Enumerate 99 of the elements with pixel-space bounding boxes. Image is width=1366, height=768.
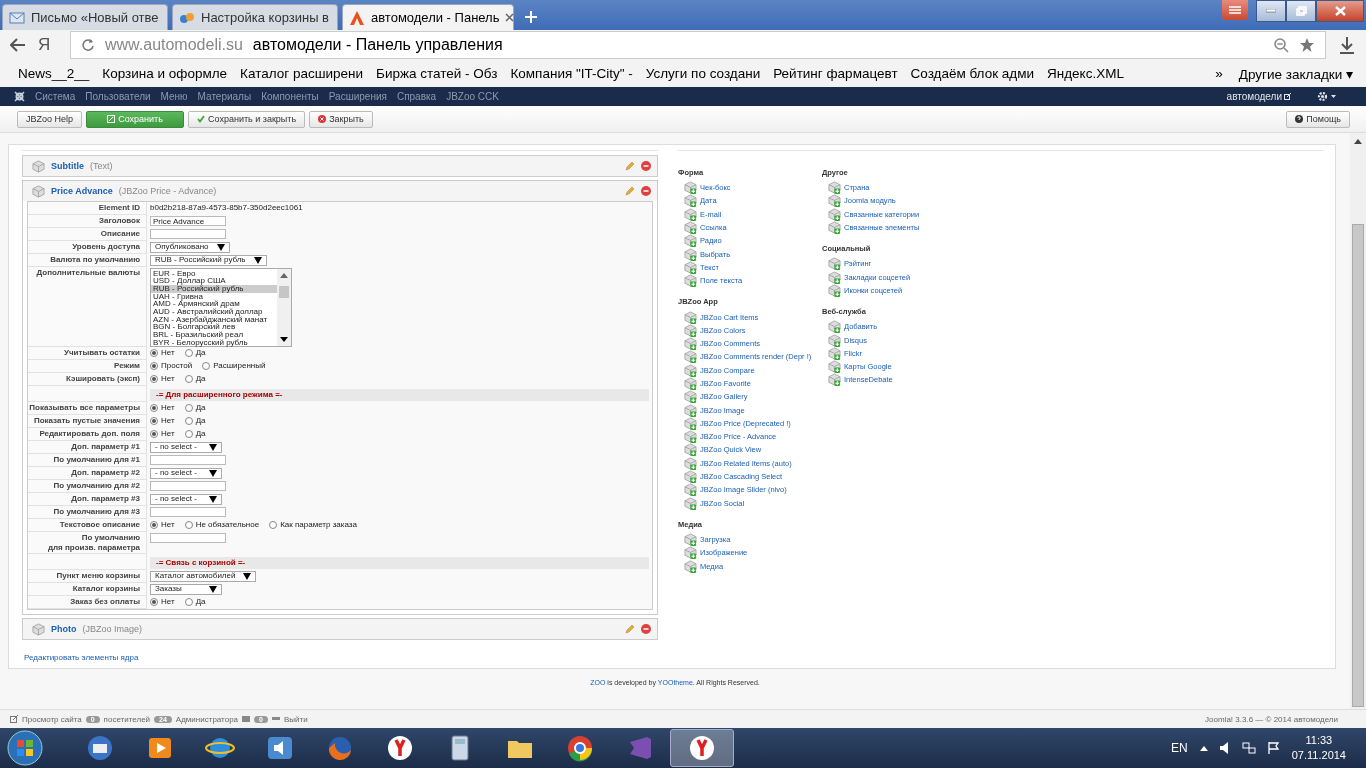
admin-menu-item[interactable]: Пользователи: [85, 91, 151, 102]
field-label: По умолчанию для #3: [53, 507, 140, 516]
list-option[interactable]: BYR - Белорусский рубль: [151, 338, 277, 347]
element-name[interactable]: Photo: [51, 624, 77, 634]
field-label: По умолчанию для #1: [53, 455, 140, 464]
element-type: (JBZoo Image): [82, 624, 143, 634]
site-link[interactable]: автомодели: [1226, 91, 1291, 102]
radio-option[interactable]: Да: [184, 415, 206, 426]
field-label: Редактировать доп. поля: [39, 429, 140, 438]
other-bookmarks[interactable]: Другие закладки ▾: [1238, 65, 1353, 82]
yandex-button[interactable]: Я: [38, 35, 58, 55]
list-option[interactable]: EUR - Евро: [151, 269, 277, 278]
section-heading: -= Для расширенного режима =-: [150, 388, 649, 401]
radio-option[interactable]: Да: [184, 596, 206, 607]
radio-option[interactable]: Нет: [150, 596, 175, 607]
toolbar-button[interactable]: Закрыть: [309, 110, 373, 128]
list-option[interactable]: RUB - Российский рубль: [151, 284, 277, 293]
element-type: (Text): [90, 161, 113, 171]
list-option[interactable]: BGN - Болгарский лев: [151, 323, 277, 332]
radio-option[interactable]: Да: [184, 347, 206, 358]
field-label: Учитывать остатки: [63, 348, 140, 357]
field-label: Element ID: [98, 203, 140, 212]
bookmark[interactable]: Каталог расширени: [240, 66, 364, 81]
field-label: По умолчанию для #2: [53, 481, 140, 490]
radio-option[interactable]: Да: [184, 402, 206, 413]
field-label: По умолчанию для произв. параметра: [47, 533, 140, 552]
browser-tab[interactable]: Письмо «Новый отве: [2, 4, 168, 30]
field-label: Доп. параметр #1: [71, 442, 140, 451]
field-label: Режим: [114, 361, 140, 370]
admin-menu-item[interactable]: Справка: [396, 91, 437, 102]
radio-option[interactable]: Не обязательное: [184, 519, 260, 530]
admin-menu-item[interactable]: Система: [35, 91, 76, 102]
radio-option[interactable]: Да: [184, 373, 206, 384]
list-option[interactable]: AZN - Азербайджанский манат: [151, 315, 277, 324]
radio-option[interactable]: Нет: [150, 402, 175, 413]
edit-core-elements-link[interactable]: Редактировать элементы ядра: [24, 653, 139, 662]
admin-menu-item[interactable]: Меню: [160, 91, 188, 102]
radio-option[interactable]: Расширенный: [202, 360, 266, 371]
browser-tab[interactable]: автомодели - Панель: [342, 4, 514, 30]
radio-option[interactable]: Нет: [150, 428, 175, 439]
admin-menu-item[interactable]: Материалы: [197, 91, 252, 102]
field-label: Текстовое описание: [59, 520, 140, 529]
browser-tab[interactable]: Настройка корзины в: [172, 4, 338, 30]
language-indicator[interactable]: EN: [1171, 741, 1188, 755]
list-option[interactable]: UAH - Гривна: [151, 292, 277, 301]
bookmark[interactable]: Компания "IT-City" -: [510, 66, 633, 81]
list-option[interactable]: USD - Доллар США: [151, 277, 277, 285]
help-button[interactable]: Помощь: [1286, 110, 1350, 128]
element-name[interactable]: Price Advance: [51, 186, 113, 196]
field-label: Описание: [100, 229, 140, 238]
admin-menu-item[interactable]: Компоненты: [261, 91, 319, 102]
clock-date[interactable]: 07.11.2014: [1291, 748, 1346, 763]
preview-site-link[interactable]: Просмотр сайта: [22, 714, 82, 724]
list-option[interactable]: AUD - Австралийский доллар: [151, 308, 277, 316]
field-label: Уровень доступа: [72, 242, 140, 251]
admin-menu-item[interactable]: Расширения: [328, 91, 387, 102]
radio-option[interactable]: Нет: [150, 415, 175, 426]
input-field[interactable]: Price Advance: [150, 215, 226, 226]
field-label: Каталог корзины: [72, 584, 140, 593]
field-label: Показать пустые значения: [33, 416, 140, 425]
list-option[interactable]: AMD - Армянский драм: [151, 300, 277, 308]
bookmark[interactable]: Корзина и оформле: [102, 66, 228, 81]
field-label: Показывать все параметры: [29, 403, 140, 412]
bookmark[interactable]: Рейтинг фармацевт: [773, 66, 898, 81]
radio-option[interactable]: Простой: [150, 360, 193, 371]
bookmark[interactable]: News__2__: [18, 66, 90, 81]
field-label: Валюта по умолчанию: [50, 255, 140, 264]
visitors-label: посетителей: [103, 714, 151, 724]
field-label: Заказ без оплаты: [70, 597, 140, 606]
bookmark[interactable]: Услуги по создани: [645, 66, 761, 81]
clock-time[interactable]: 11:33: [1305, 733, 1333, 748]
radio-option[interactable]: Нет: [150, 519, 175, 530]
field-label: Доп. параметр #2: [71, 468, 140, 477]
admin-menu-item[interactable]: JBZoo CCK: [446, 91, 499, 102]
select-field[interactable]: Заказы: [150, 583, 222, 595]
element-type: (JBZoo Price - Advance): [118, 186, 217, 196]
field-label: Доп. параметр #3: [71, 494, 140, 503]
version-text: Joomla! 3.3.6 — © 2014 автомодели: [1205, 714, 1338, 724]
element-name[interactable]: Subtitle: [51, 161, 84, 171]
list-option[interactable]: BRL - Бразильский реал: [151, 331, 277, 339]
address-field[interactable]: www.automodeli.su автомодели - Панель управления: [70, 31, 1326, 59]
radio-option[interactable]: Нет: [150, 347, 175, 358]
element-id: b0d2b218-87a9-4573-85b7-350d2eec1061: [150, 203, 303, 212]
bookmark[interactable]: Яндекс.XML: [1047, 66, 1124, 81]
toolbar-button[interactable]: JBZoo Help: [17, 110, 83, 128]
admins-label: Администратора: [175, 714, 239, 724]
field-label: Дополнительные валюты: [36, 268, 140, 277]
field-label: Пункт меню корзины: [56, 571, 140, 580]
bookmark[interactable]: Биржа статей - Обз: [376, 66, 498, 81]
radio-option[interactable]: Как параметр заказа: [269, 519, 357, 530]
field-label: Кэшировать (эксп): [66, 374, 140, 383]
radio-option[interactable]: Да: [184, 428, 206, 439]
toolbar-button[interactable]: Сохранить и закрыть: [188, 110, 306, 128]
section-heading: -= Связь с корзиной =-: [150, 556, 649, 569]
bookmark[interactable]: Создаём блок адми: [910, 66, 1034, 81]
radio-option[interactable]: Нет: [150, 373, 175, 384]
more-bookmarks-button[interactable]: »: [1215, 66, 1223, 81]
field-label: Заголовок: [99, 216, 140, 225]
logout-link[interactable]: Выйти: [283, 714, 308, 724]
